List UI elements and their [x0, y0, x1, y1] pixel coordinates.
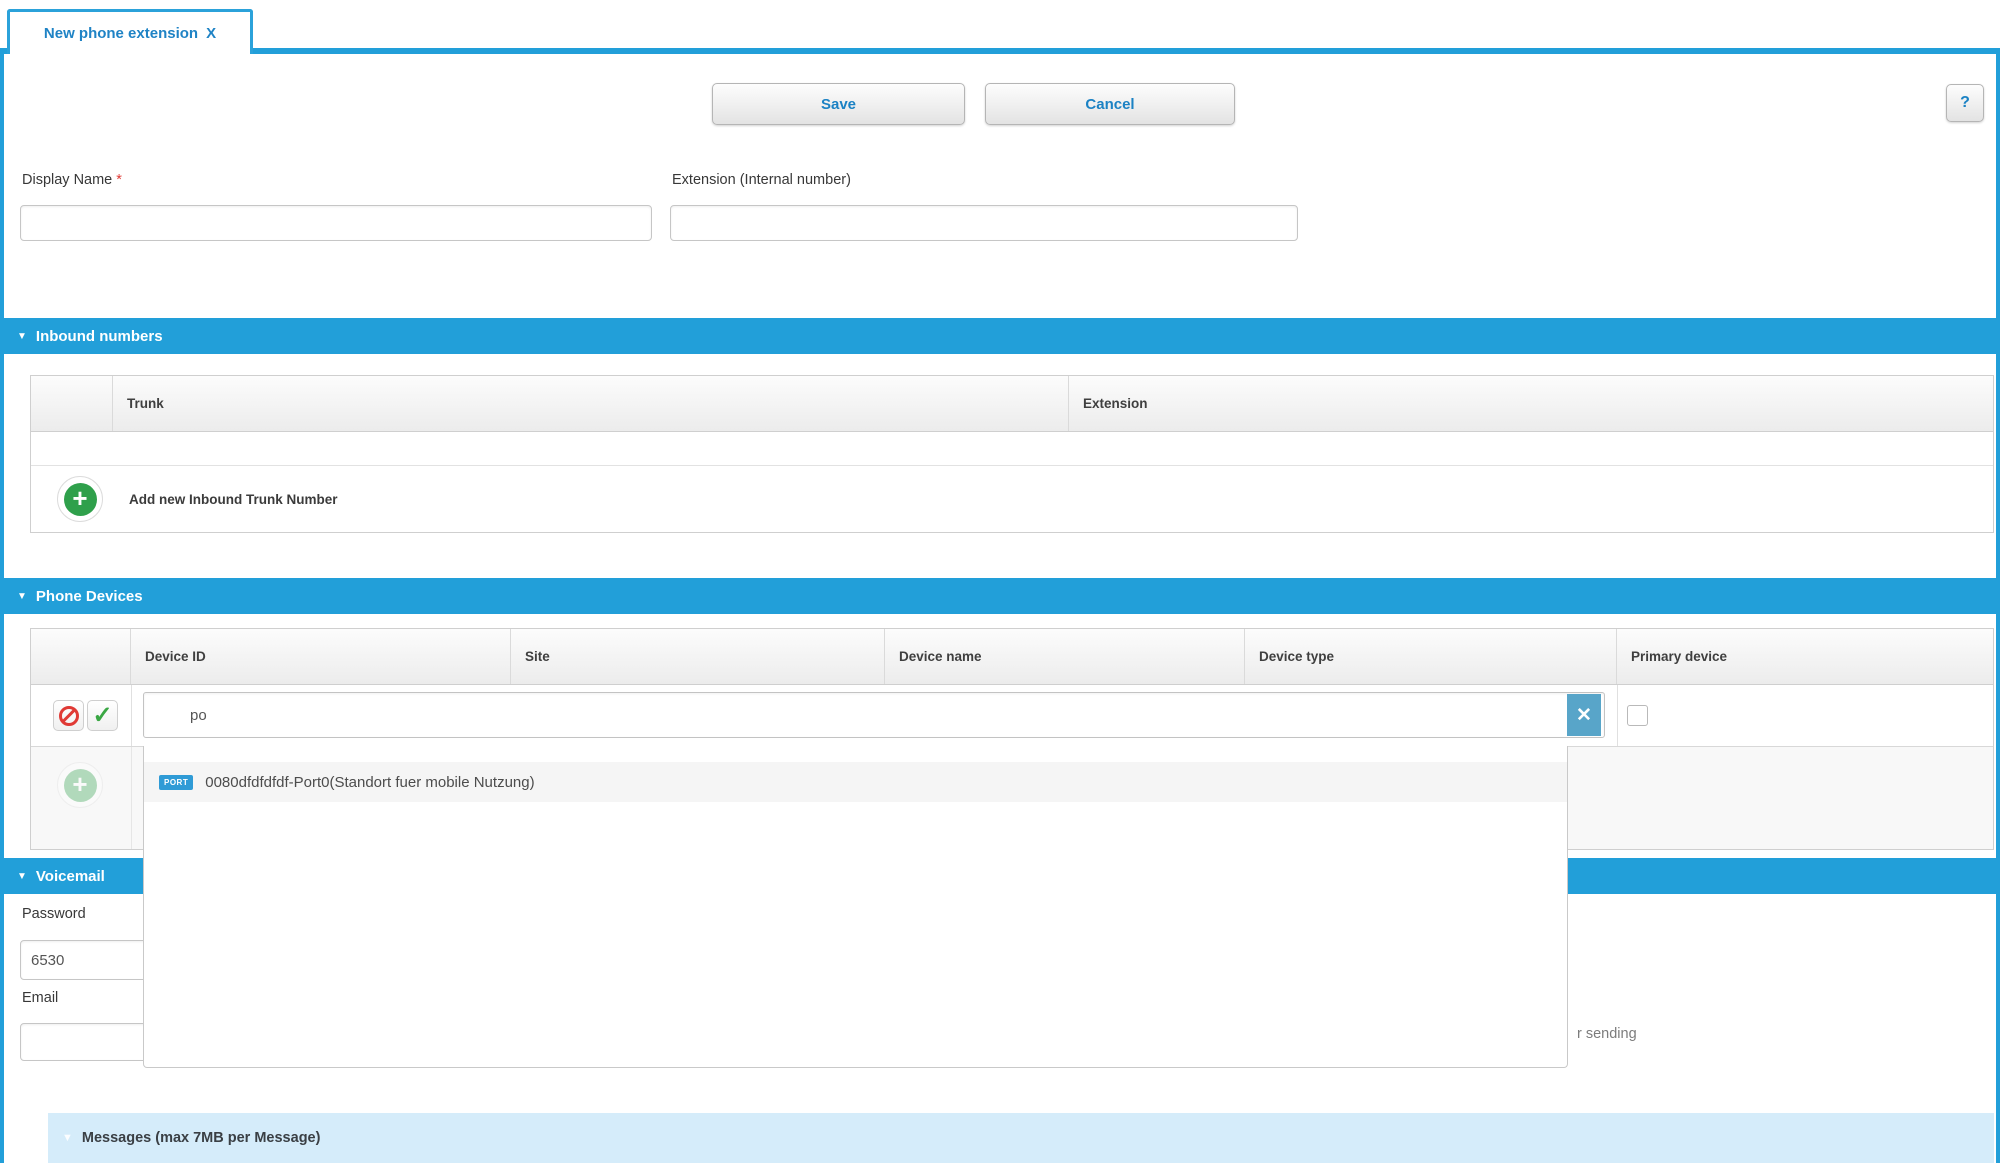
display-name-label: Display Name* [22, 172, 122, 188]
voicemail-password-label: Password [22, 906, 86, 922]
inbound-header-icon-col [31, 376, 113, 431]
save-button-label: Save [821, 96, 856, 113]
devices-header-icon-col [31, 629, 131, 684]
devices-header-device-type: Device type [1245, 629, 1617, 684]
devices-table-header: Device ID Site Device name Device type P… [31, 629, 1993, 685]
inbound-header-extension: Extension [1069, 376, 1993, 431]
new-phone-extension-page: New phone extension X Save Cancel ? Disp… [0, 0, 2000, 1163]
primary-device-checkbox[interactable] [1627, 705, 1648, 726]
collapse-arrow-icon: ▼ [62, 1132, 73, 1144]
tab-new-phone-extension[interactable]: New phone extension X [7, 9, 253, 54]
collapse-arrow-icon: ▼ [17, 331, 27, 342]
frame-top-border [0, 48, 2000, 54]
tab-close-icon[interactable]: X [206, 25, 216, 42]
inbound-table-header: Trunk Extension [31, 376, 1993, 432]
confirm-row-button[interactable]: ✓ [87, 700, 118, 731]
device-suggestion-item[interactable]: PORT 0080dfdfdfdf-Port0(Standort fuer mo… [144, 762, 1567, 802]
add-inbound-trunk-label: Add new Inbound Trunk Number [129, 492, 338, 507]
save-button[interactable]: Save [712, 83, 965, 125]
devices-header-device-name: Device name [885, 629, 1245, 684]
tab-label: New phone extension [44, 25, 198, 42]
messages-title: Messages (max 7MB per Message) [82, 1130, 321, 1146]
check-icon: ✓ [92, 704, 112, 728]
clear-x-icon: ✕ [1576, 704, 1592, 727]
help-button[interactable]: ? [1946, 84, 1984, 122]
collapse-arrow-icon: ▼ [17, 871, 27, 882]
clipped-sending-text: r sending [1577, 1026, 1637, 1042]
devices-header-site: Site [511, 629, 885, 684]
cancel-row-button[interactable] [53, 700, 84, 731]
collapse-arrow-icon: ▼ [17, 591, 27, 602]
section-header-messages[interactable]: ▼ Messages (max 7MB per Message) [48, 1113, 1994, 1163]
device-id-search-input[interactable] [143, 692, 1605, 738]
add-device-button-disabled: + [57, 762, 103, 808]
extension-input[interactable] [670, 205, 1298, 241]
clear-input-button[interactable]: ✕ [1567, 694, 1601, 736]
device-edit-row: ✓ ✕ [31, 685, 1993, 747]
port-badge-icon: PORT [159, 775, 193, 790]
device-suggestion-dropdown: PORT 0080dfdfdfdf-Port0(Standort fuer mo… [143, 746, 1568, 1068]
display-name-input[interactable] [20, 205, 652, 241]
section-header-phone-devices[interactable]: ▼ Phone Devices [4, 578, 1996, 614]
devices-header-device-id: Device ID [131, 629, 511, 684]
inbound-empty-row [31, 432, 1993, 466]
column-divider [131, 685, 132, 746]
plus-icon: + [64, 483, 97, 516]
devices-header-primary-device: Primary device [1617, 629, 1993, 684]
cancel-button[interactable]: Cancel [985, 83, 1235, 125]
add-inbound-trunk-button[interactable]: + [57, 476, 103, 522]
column-divider [131, 747, 132, 849]
inbound-numbers-table: Trunk Extension + Add new Inbound Trunk … [30, 375, 1994, 533]
required-asterisk: * [116, 172, 122, 188]
frame-right-border [1996, 48, 2000, 1163]
help-icon: ? [1960, 94, 1970, 112]
phone-devices-title: Phone Devices [36, 588, 143, 605]
voicemail-email-label: Email [22, 990, 58, 1006]
inbound-header-trunk: Trunk [113, 376, 1069, 431]
block-icon [59, 706, 79, 726]
plus-icon: + [64, 769, 97, 802]
cancel-button-label: Cancel [1085, 96, 1134, 113]
section-header-inbound-numbers[interactable]: ▼ Inbound numbers [4, 318, 1996, 354]
column-divider [1617, 685, 1618, 746]
device-suggestion-label: 0080dfdfdfdf-Port0(Standort fuer mobile … [205, 774, 534, 791]
add-inbound-trunk-row[interactable]: + Add new Inbound Trunk Number [31, 466, 1993, 532]
inbound-numbers-title: Inbound numbers [36, 328, 163, 345]
extension-label: Extension (Internal number) [672, 172, 851, 188]
voicemail-title: Voicemail [36, 868, 105, 885]
